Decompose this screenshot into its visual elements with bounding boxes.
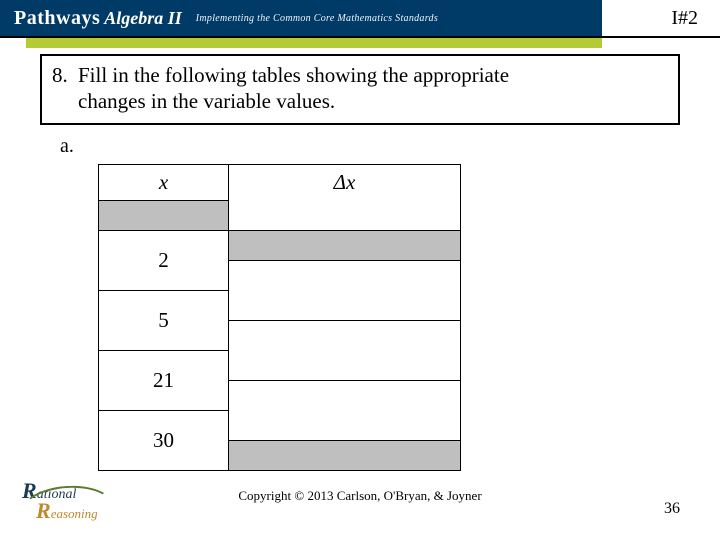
dx-fill[interactable]	[229, 260, 461, 320]
dx-gap	[229, 230, 461, 260]
dx-fill[interactable]	[229, 320, 461, 380]
dx-gap	[229, 440, 461, 470]
question-text-line1: Fill in the following tables showing the…	[78, 63, 509, 87]
accent-bar	[0, 38, 720, 48]
copyright-text: Copyright © 2013 Carlson, O'Bryan, & Joy…	[0, 488, 720, 504]
header-left: Pathways Algebra II Implementing the Com…	[0, 0, 602, 36]
question-text-line2: changes in the variable values.	[78, 89, 335, 113]
table-header-x: x	[99, 164, 229, 200]
table-header-dx: Δx	[229, 164, 461, 230]
page-code: I#2	[602, 0, 720, 36]
footer: Copyright © 2013 Carlson, O'Bryan, & Joy…	[0, 488, 720, 504]
sub-label: a.	[60, 135, 680, 158]
values-table: x Δx 2 5 21 30	[98, 164, 461, 471]
x-cell: 21	[99, 350, 229, 410]
header-tagline: Implementing the Common Core Mathematics…	[196, 13, 438, 24]
page-number: 36	[664, 500, 680, 518]
header-bar: Pathways Algebra II Implementing the Com…	[0, 0, 720, 38]
brand-algebra: Algebra II	[104, 8, 182, 29]
question-number: 8.	[52, 62, 78, 88]
x-cell: 2	[99, 230, 229, 290]
x-cell: 30	[99, 410, 229, 470]
pad-cell	[99, 200, 229, 230]
question-box: 8.Fill in the following tables showing t…	[40, 54, 680, 125]
dx-fill[interactable]	[229, 380, 461, 440]
x-cell: 5	[99, 290, 229, 350]
brand-pathways: Pathways	[14, 7, 100, 30]
